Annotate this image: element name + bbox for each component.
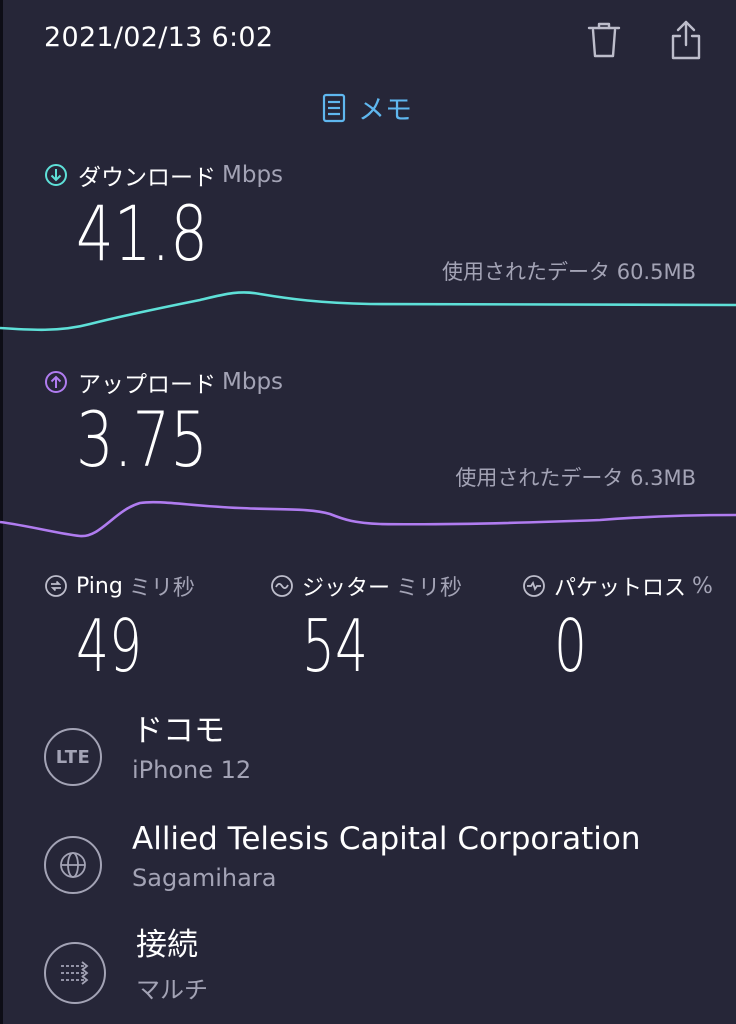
upload-label: アップロード Mbps <box>44 365 283 399</box>
connection-row: 接続 マルチ <box>44 927 208 1005</box>
upload-speed-value: 3.75 <box>76 395 208 484</box>
upload-label-text: アップロード <box>78 372 216 398</box>
connection-label: 接続 <box>136 927 198 963</box>
provider-row: Allied Telesis Capital Corporation Sagam… <box>44 821 641 894</box>
packet-loss-label: パケットロス % <box>522 570 713 602</box>
ping-value: 49 <box>76 604 142 688</box>
memo-button[interactable]: メモ <box>322 88 412 127</box>
download-label-text: ダウンロード <box>78 165 216 191</box>
lte-icon: LTE <box>44 728 102 786</box>
download-icon <box>44 163 68 187</box>
download-graph <box>0 291 736 332</box>
download-speed-value: 41.8 <box>76 189 208 278</box>
upload-unit: Mbps <box>222 369 284 395</box>
jitter-icon <box>270 574 294 598</box>
memo-label: メモ <box>358 95 412 126</box>
download-unit: Mbps <box>222 162 284 188</box>
upload-graph-line <box>0 500 736 538</box>
jitter-label: ジッター ミリ秒 <box>270 570 462 602</box>
test-timestamp: 2021/02/13 6:02 <box>44 22 274 53</box>
ping-label: Ping ミリ秒 <box>44 570 195 602</box>
ping-label-text: Ping <box>76 573 123 599</box>
jitter-unit: ミリ秒 <box>396 576 463 601</box>
upload-data-used: 使用されたデータ 6.3MB <box>455 466 696 490</box>
device-name: iPhone 12 <box>132 755 252 784</box>
connections-icon <box>44 942 106 1004</box>
ping-icon <box>44 574 68 598</box>
carrier-name: ドコモ <box>132 713 225 749</box>
download-graph-line <box>0 291 736 332</box>
share-icon[interactable] <box>666 18 706 62</box>
carrier-row: LTE ドコモ iPhone 12 <box>44 713 252 786</box>
trash-icon[interactable] <box>584 18 624 62</box>
globe-icon <box>44 836 102 894</box>
connection-mode: マルチ <box>136 975 208 1004</box>
memo-icon <box>322 93 346 123</box>
lte-badge-text: LTE <box>55 746 91 768</box>
upload-graph <box>0 500 736 538</box>
download-label: ダウンロード Mbps <box>44 158 283 192</box>
ping-unit: ミリ秒 <box>128 576 195 601</box>
packet-loss-icon <box>522 574 546 598</box>
packet-loss-label-text: パケットロス <box>554 576 687 601</box>
upload-icon <box>44 370 68 394</box>
provider-location: Sagamihara <box>132 863 277 892</box>
jitter-label-text: ジッター <box>302 576 391 601</box>
provider-name: Allied Telesis Capital Corporation <box>132 821 641 857</box>
packet-loss-unit: % <box>692 573 713 599</box>
jitter-value: 54 <box>302 604 368 688</box>
packet-loss-value: 0 <box>554 604 587 688</box>
